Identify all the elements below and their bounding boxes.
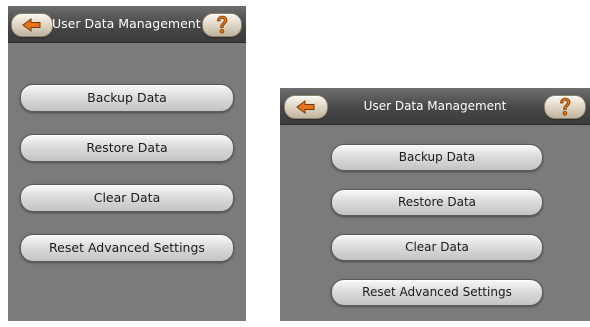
reset-advanced-settings-button[interactable]: Reset Advanced Settings: [20, 234, 234, 262]
portrait-screen: User Data Management Backup Data Restore…: [8, 6, 246, 321]
back-button[interactable]: [11, 13, 53, 37]
restore-data-button[interactable]: Restore Data: [331, 189, 543, 216]
clear-data-button[interactable]: Clear Data: [331, 234, 543, 261]
back-arrow-icon: [22, 18, 41, 32]
help-button[interactable]: [544, 95, 586, 119]
landscape-screen: User Data Management Backup Data Restore…: [280, 88, 590, 321]
clear-data-button[interactable]: Clear Data: [20, 184, 234, 212]
page-title: User Data Management: [52, 16, 201, 31]
question-mark-icon: [560, 97, 571, 116]
title-bar: User Data Management: [280, 88, 590, 125]
restore-data-button[interactable]: Restore Data: [20, 134, 234, 162]
title-bar: User Data Management: [8, 6, 246, 43]
backup-data-button[interactable]: Backup Data: [331, 144, 543, 171]
question-mark-icon: [217, 15, 228, 34]
backup-data-button[interactable]: Backup Data: [20, 84, 234, 112]
help-button[interactable]: [202, 13, 242, 37]
reset-advanced-settings-button[interactable]: Reset Advanced Settings: [331, 279, 543, 306]
